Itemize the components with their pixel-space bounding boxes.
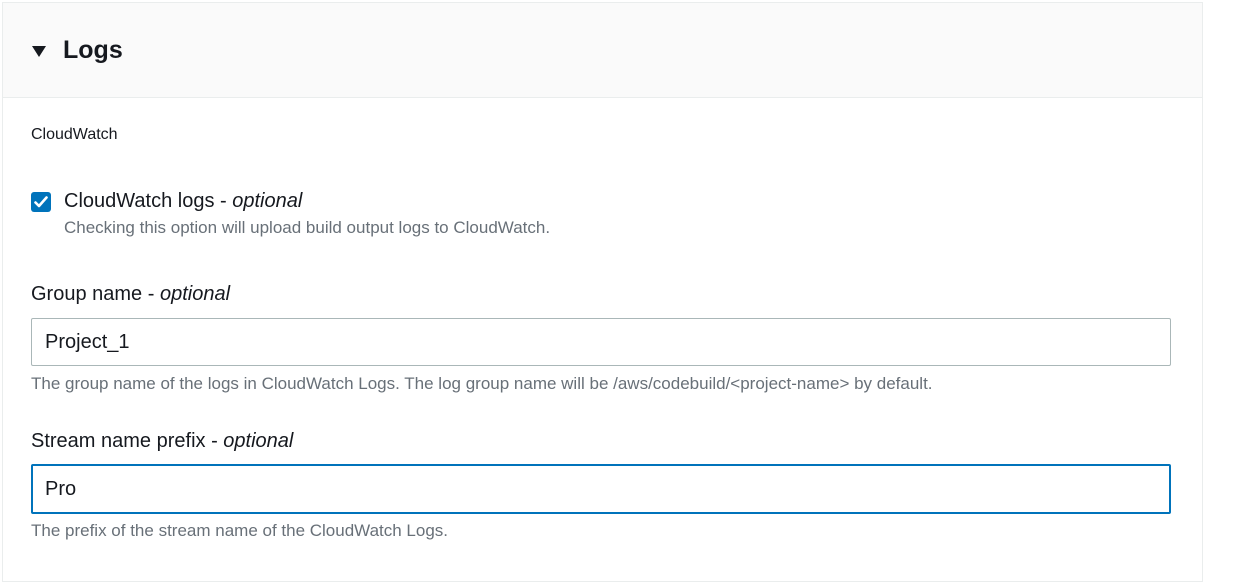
cloudwatch-logs-label[interactable]: CloudWatch logs - optional — [64, 188, 550, 214]
optional-tag: optional — [159, 283, 231, 305]
panel-title: Logs — [63, 35, 123, 64]
cloudwatch-logs-option: CloudWatch logs - optional Checking this… — [31, 188, 550, 238]
optional-tag: optional — [223, 430, 294, 452]
cloudwatch-logs-checkbox[interactable] — [31, 192, 51, 212]
group-name-input[interactable] — [31, 318, 1171, 366]
group-name-label: Group name - optional — [31, 283, 230, 306]
group-name-label-text: Group name — [31, 283, 143, 305]
caret-down-icon[interactable] — [32, 45, 46, 57]
label-separator: - — [214, 190, 233, 212]
stream-name-prefix-label: Stream name prefix - optional — [31, 430, 293, 453]
cloudwatch-section-label: CloudWatch — [31, 126, 118, 143]
label-separator: - — [142, 283, 160, 305]
stream-name-prefix-input[interactable] — [31, 464, 1171, 514]
group-name-description: The group name of the logs in CloudWatch… — [31, 374, 933, 393]
page-margin — [1204, 0, 1240, 564]
checkmark-icon — [34, 196, 48, 208]
stream-name-prefix-label-text: Stream name prefix — [31, 430, 206, 452]
cloudwatch-logs-description: Checking this option will upload build o… — [64, 218, 551, 237]
stream-name-prefix-description: The prefix of the stream name of the Clo… — [31, 521, 449, 540]
logs-panel-header[interactable]: Logs — [3, 3, 1202, 98]
cloudwatch-logs-label-text: CloudWatch logs — [64, 190, 215, 212]
optional-tag: optional — [232, 190, 303, 212]
label-separator: - — [205, 430, 224, 452]
